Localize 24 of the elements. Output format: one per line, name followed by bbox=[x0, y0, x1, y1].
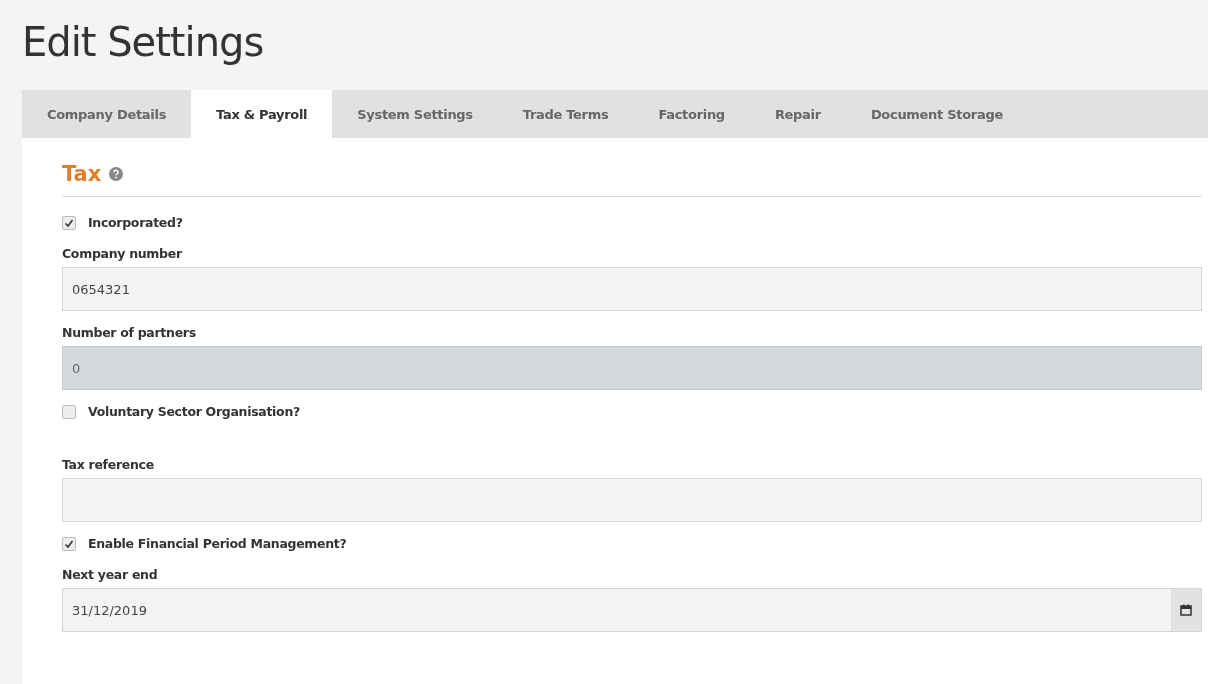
checkbox-label: Incorporated? bbox=[88, 215, 183, 230]
tab[interactable]: Trade Terms bbox=[497, 90, 634, 138]
tab[interactable]: System Settings bbox=[332, 90, 498, 138]
section-title: Tax bbox=[62, 162, 102, 186]
input-field[interactable]: 0654321 bbox=[62, 267, 1202, 311]
date-field[interactable]: 31/12/2019 bbox=[62, 588, 1202, 632]
tab[interactable]: Document Storage bbox=[845, 90, 1028, 138]
page-title: Edit Settings bbox=[22, 18, 265, 67]
checkbox-label: Enable Financial Period Management? bbox=[88, 536, 347, 551]
tab[interactable]: Factoring bbox=[633, 90, 750, 138]
field-label: Tax reference bbox=[62, 457, 155, 472]
tab[interactable]: Repair bbox=[749, 90, 846, 138]
checkbox[interactable] bbox=[62, 536, 76, 551]
field-label: Next year end bbox=[62, 567, 159, 582]
tab[interactable]: Tax & Payroll bbox=[191, 90, 333, 138]
input-field[interactable] bbox=[62, 478, 1202, 522]
field-label: Number of partners bbox=[62, 325, 197, 340]
checkbox[interactable] bbox=[62, 215, 76, 230]
tab[interactable]: Company Details bbox=[22, 90, 192, 138]
field-label: Company number bbox=[62, 246, 183, 261]
calendar-icon[interactable] bbox=[1180, 604, 1192, 616]
checkbox-label: Voluntary Sector Organisation? bbox=[88, 404, 300, 419]
help-icon[interactable] bbox=[109, 167, 124, 181]
checkbox[interactable] bbox=[62, 404, 76, 419]
